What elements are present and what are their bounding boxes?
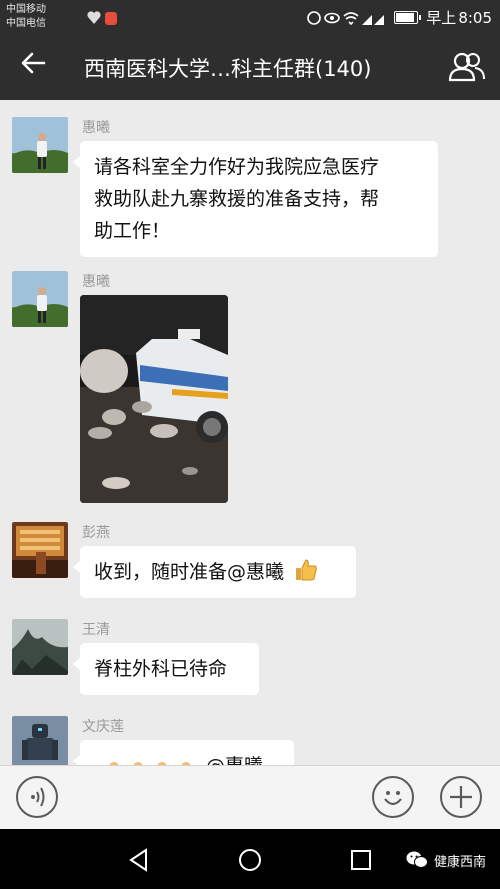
message-bubble[interactable]: @惠曦 bbox=[73, 740, 294, 765]
sender-name: 惠曦 bbox=[82, 120, 110, 136]
map-pin-icon bbox=[105, 12, 117, 25]
avatar[interactable] bbox=[12, 619, 68, 675]
wifi-icon bbox=[343, 11, 359, 25]
nav-home-icon[interactable] bbox=[238, 848, 262, 872]
time: 8:05 bbox=[458, 8, 492, 27]
carrier-2: 中国电信 bbox=[6, 18, 46, 29]
battery-icon bbox=[394, 11, 422, 24]
message-line: 助工作！ bbox=[94, 220, 171, 242]
more-button[interactable] bbox=[440, 776, 482, 818]
chat-title: 西南医科大学…科主任群(140) bbox=[84, 57, 372, 81]
status-left-icons bbox=[86, 9, 122, 31]
sender-name: 彭燕 bbox=[82, 525, 110, 541]
avatar[interactable] bbox=[12, 716, 68, 765]
plus-icon bbox=[450, 786, 472, 808]
sender-name: 王清 bbox=[82, 622, 110, 638]
sender-name: 文庆莲 bbox=[82, 719, 124, 735]
wechat-icon bbox=[406, 851, 428, 868]
signal-icon-2 bbox=[374, 14, 385, 25]
status-icons bbox=[307, 10, 385, 25]
chat-messages[interactable]: 惠曦 请各科室全力作好为我院应急医疗 救助队赴九寨救援的准备支持，帮 助工作！ … bbox=[0, 100, 500, 765]
voice-button[interactable] bbox=[16, 776, 58, 818]
alarm-icon bbox=[307, 10, 322, 25]
message-line: 救助队赴九寨救援的准备支持，帮 bbox=[94, 188, 380, 210]
message-image[interactable] bbox=[80, 295, 228, 503]
nav-back-icon[interactable] bbox=[128, 848, 150, 872]
message-line: 请各科室全力作好为我院应急医疗 bbox=[94, 156, 380, 178]
heart-icon bbox=[87, 11, 101, 24]
thumbs-up-icon bbox=[296, 559, 317, 581]
carrier-info: 中国移动 中国电信 bbox=[6, 3, 46, 31]
emoji-button[interactable] bbox=[372, 776, 414, 818]
status-bar: 中国移动 中国电信 早上 8:05 bbox=[0, 0, 500, 36]
photo-icon bbox=[80, 295, 228, 503]
avatar[interactable] bbox=[12, 271, 68, 327]
system-nav-bar: 健康西南 bbox=[0, 829, 500, 889]
arrow-left-icon bbox=[21, 52, 46, 74]
message-text: 脊柱外科已待命 bbox=[94, 658, 228, 680]
carrier-1: 中国移动 bbox=[6, 4, 46, 15]
nav-recent-icon[interactable] bbox=[350, 849, 372, 871]
smiley-icon bbox=[384, 791, 402, 806]
voice-icon bbox=[31, 787, 45, 807]
avatar[interactable] bbox=[12, 522, 68, 578]
status-right: 早上 8:05 bbox=[306, 7, 492, 28]
message-text: @惠曦 bbox=[206, 755, 263, 765]
watermark-text: 健康西南 bbox=[433, 854, 486, 870]
back-button[interactable] bbox=[20, 50, 46, 84]
avatar[interactable] bbox=[12, 117, 68, 173]
message-bubble[interactable]: 收到，随时准备@惠曦 bbox=[73, 546, 356, 598]
chat-header: 西南医科大学…科主任群(140) bbox=[0, 36, 500, 100]
input-bar bbox=[0, 765, 500, 830]
clap-emoji-icons bbox=[109, 762, 191, 765]
signal-icon bbox=[362, 14, 373, 25]
message-bubble[interactable]: 脊柱外科已待命 bbox=[73, 643, 259, 695]
message-text: 收到，随时准备@惠曦 bbox=[94, 561, 285, 583]
group-members-button[interactable] bbox=[448, 52, 486, 82]
message-bubble[interactable]: 请各科室全力作好为我院应急医疗 救助队赴九寨救援的准备支持，帮 助工作！ bbox=[73, 141, 438, 257]
sender-name: 惠曦 bbox=[82, 274, 110, 290]
time-period: 早上 bbox=[426, 9, 457, 27]
people-icon bbox=[448, 52, 485, 82]
watermark: 健康西南 bbox=[406, 850, 486, 870]
